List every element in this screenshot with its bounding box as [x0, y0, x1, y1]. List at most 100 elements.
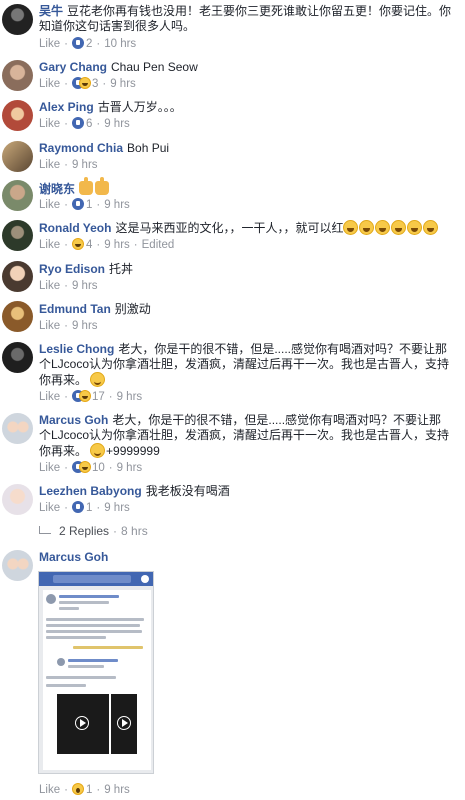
- laughing-emoji-icon: [359, 220, 375, 235]
- commenter-name[interactable]: Leezhen Babyong: [39, 484, 142, 498]
- avatar[interactable]: [2, 261, 33, 292]
- like-button[interactable]: Like: [39, 78, 60, 90]
- avatar[interactable]: [2, 100, 33, 131]
- reaction-count[interactable]: 10: [92, 462, 105, 474]
- commenter-name[interactable]: Ryo Edison: [39, 262, 105, 276]
- laughing-emoji-icon: [375, 220, 391, 235]
- comment-text: 别激动: [114, 302, 151, 316]
- timestamp[interactable]: 9 hrs: [117, 391, 143, 403]
- commenter-name[interactable]: Edmund Tan: [39, 302, 111, 316]
- comment-text: 这是马来西亚的文化，，一干人，，就可以红: [115, 221, 344, 235]
- commenter-name[interactable]: Marcus Goh: [39, 550, 108, 564]
- avatar[interactable]: [2, 484, 33, 515]
- timestamp[interactable]: 10 hrs: [104, 38, 136, 50]
- wow-reaction-icon: [71, 783, 84, 795]
- avatar[interactable]: [2, 60, 33, 91]
- timestamp[interactable]: 9 hrs: [72, 280, 98, 292]
- avatar[interactable]: [2, 413, 33, 444]
- avatar[interactable]: [2, 180, 33, 211]
- comment-text: 古晋人万岁。。。: [97, 100, 182, 114]
- reaction-count[interactable]: 1: [86, 199, 92, 211]
- edited-label[interactable]: Edited: [142, 239, 175, 251]
- comment-text: 托丼: [109, 262, 134, 276]
- like-button[interactable]: Like: [39, 239, 60, 251]
- commenter-name[interactable]: Gary Chang: [39, 60, 107, 74]
- timestamp[interactable]: 9 hrs: [104, 239, 130, 251]
- thumbs-up-emoji-icon: [95, 177, 110, 195]
- avatar[interactable]: [2, 4, 33, 35]
- avatar[interactable]: [2, 550, 33, 581]
- comment-text: 豆花老你再有钱也没用！老王要你三更死谁敢让你留五更！你要记住。你知道你这句话害到…: [39, 4, 452, 33]
- like-button[interactable]: Like: [39, 784, 60, 796]
- like-reaction-icon: [71, 117, 84, 129]
- like-button[interactable]: Like: [39, 391, 60, 403]
- reaction-count[interactable]: 4: [86, 239, 92, 251]
- smile-emoji-icon: [90, 443, 106, 458]
- reaction-count[interactable]: 2: [86, 38, 92, 50]
- timestamp[interactable]: 9 hrs: [104, 118, 130, 130]
- avatar[interactable]: [2, 342, 33, 373]
- reaction-count[interactable]: 3: [92, 78, 98, 90]
- smile-emoji-icon: [90, 372, 106, 387]
- commenter-name[interactable]: Leslie Chong: [39, 342, 114, 356]
- reaction-icons: [71, 390, 92, 402]
- comment-meta: Like · 1 · 9 hrs: [39, 783, 130, 796]
- thumbs-up-emoji-icon: [79, 177, 94, 195]
- play-icon: [75, 716, 89, 730]
- like-button[interactable]: Like: [39, 38, 60, 50]
- reaction-icons: [71, 461, 92, 473]
- commenter-name[interactable]: Raymond Chia: [39, 141, 123, 155]
- haha-reaction-icon: [78, 77, 91, 89]
- haha-reaction-icon: [78, 390, 91, 402]
- reaction-count[interactable]: 1: [86, 784, 92, 796]
- comment-text: Boh Pui: [127, 141, 170, 155]
- laughing-emoji-icon: [423, 220, 439, 235]
- commenter-name[interactable]: Alex Ping: [39, 100, 94, 114]
- screenshot-header-bar: [39, 572, 153, 586]
- like-button[interactable]: Like: [39, 502, 60, 514]
- like-button[interactable]: Like: [39, 462, 60, 474]
- screenshot-post-panel: [43, 590, 151, 770]
- commenter-name[interactable]: 谢晓东: [39, 182, 75, 196]
- reaction-count[interactable]: 1: [86, 502, 92, 514]
- comment-text-suffix: +9999999: [106, 444, 160, 458]
- timestamp[interactable]: 9 hrs: [104, 199, 130, 211]
- reaction-count[interactable]: 17: [92, 391, 105, 403]
- reply-arrow-icon: [39, 526, 51, 534]
- like-button[interactable]: Like: [39, 118, 60, 130]
- haha-reaction-icon: [78, 461, 91, 473]
- attached-screenshot-image[interactable]: [38, 571, 154, 774]
- like-button[interactable]: Like: [39, 159, 60, 171]
- view-replies-link[interactable]: 2 Replies · 8 hrs: [39, 524, 148, 538]
- reaction-count[interactable]: 6: [86, 118, 92, 130]
- like-button[interactable]: Like: [39, 320, 60, 332]
- reaction-icons: [71, 77, 92, 89]
- like-button[interactable]: Like: [39, 280, 60, 292]
- timestamp[interactable]: 9 hrs: [104, 784, 130, 796]
- like-reaction-icon: [71, 37, 84, 49]
- laughing-emoji-icon: [407, 220, 423, 235]
- commenter-name[interactable]: Ronald Yeoh: [39, 221, 111, 235]
- comment-text: Chau Pen Seow: [111, 60, 198, 74]
- avatar[interactable]: [2, 141, 33, 172]
- video-thumbnail: [57, 694, 109, 754]
- replies-time: 8 hrs: [121, 524, 148, 538]
- haha-reaction-icon: [71, 238, 84, 250]
- avatar[interactable]: [2, 301, 33, 332]
- play-icon: [117, 716, 131, 730]
- timestamp[interactable]: 9 hrs: [104, 502, 130, 514]
- timestamp[interactable]: 9 hrs: [72, 320, 98, 332]
- avatar[interactable]: [2, 220, 33, 251]
- replies-count[interactable]: 2 Replies: [59, 524, 109, 538]
- video-thumbnail: [111, 694, 137, 754]
- commenter-name[interactable]: 吴牛: [39, 4, 63, 18]
- laughing-emoji-icon: [343, 220, 359, 235]
- like-button[interactable]: Like: [39, 199, 60, 211]
- like-reaction-icon: [71, 198, 84, 210]
- like-reaction-icon: [71, 501, 84, 513]
- laughing-emoji-icon: [391, 220, 407, 235]
- timestamp[interactable]: 9 hrs: [72, 159, 98, 171]
- timestamp[interactable]: 9 hrs: [110, 78, 136, 90]
- timestamp[interactable]: 9 hrs: [117, 462, 143, 474]
- commenter-name[interactable]: Marcus Goh: [39, 413, 108, 427]
